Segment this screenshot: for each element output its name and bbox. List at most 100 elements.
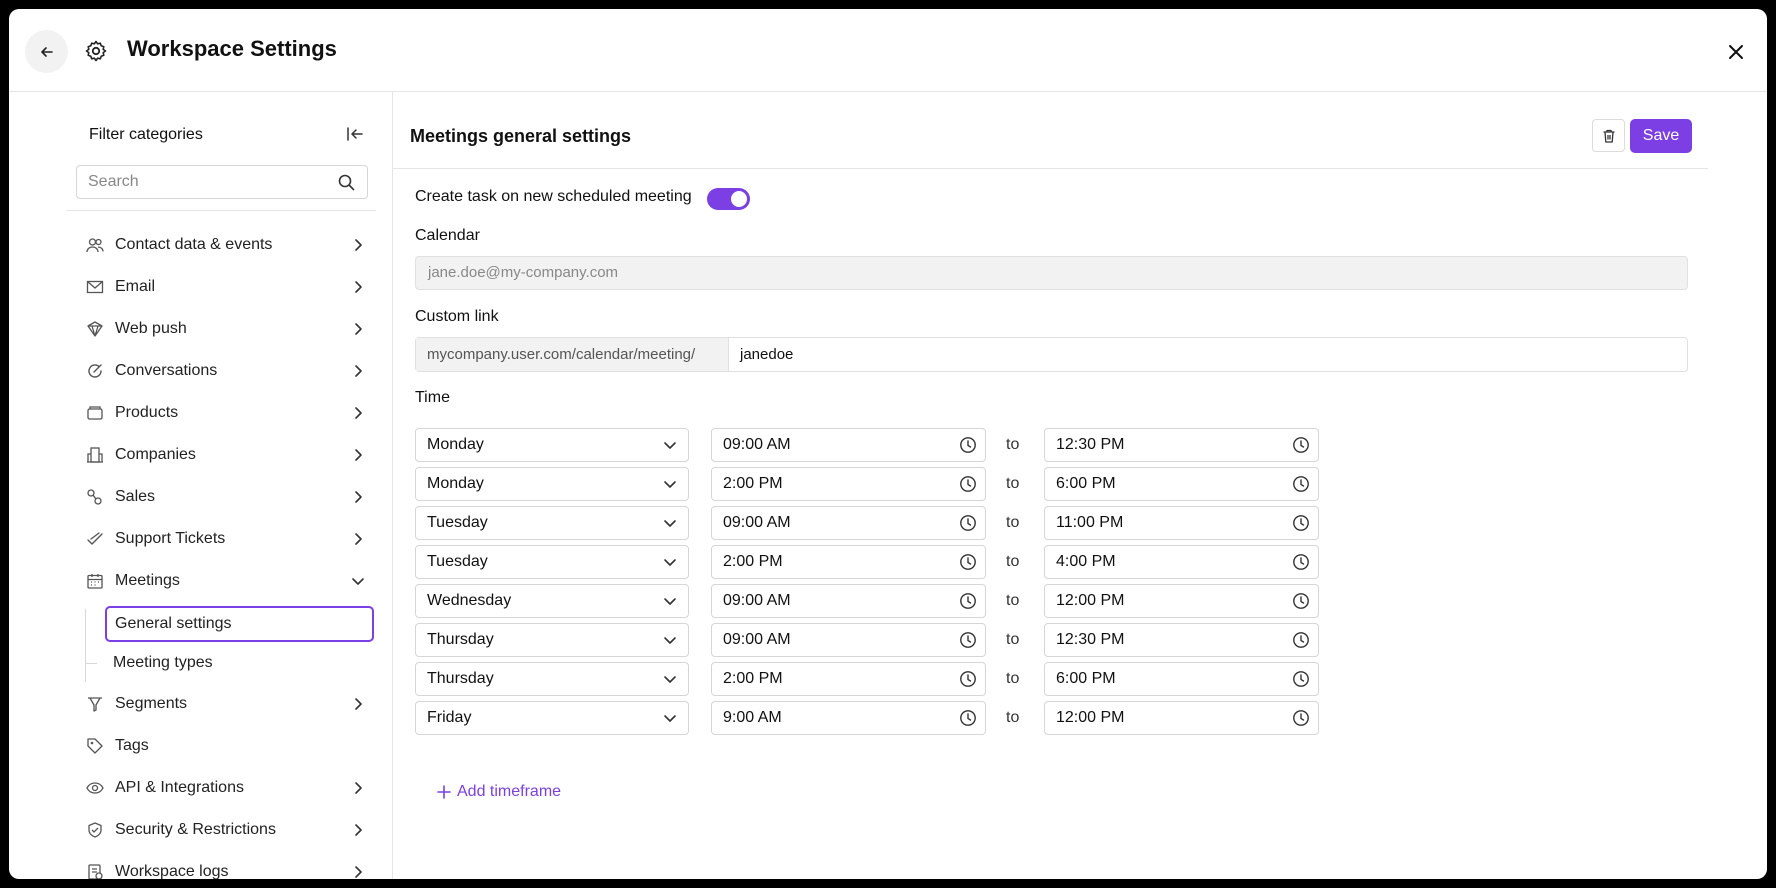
sidebar-item-label: Workspace logs: [115, 863, 229, 879]
day-select[interactable]: Tuesday: [415, 545, 689, 579]
sidebar-item-segments[interactable]: Segments: [76, 689, 376, 719]
sidebar-item-conversations[interactable]: Conversations: [76, 356, 376, 386]
tag-icon: [87, 738, 103, 754]
sidebar-item-label: Security & Restrictions: [115, 821, 276, 838]
clock-icon: [960, 710, 976, 726]
sidebar-item-web-push[interactable]: Web push: [76, 314, 376, 344]
filter-categories-title: Filter categories: [89, 126, 203, 143]
time-to-input[interactable]: 12:30 PM: [1044, 428, 1319, 462]
to-label: to: [1006, 475, 1020, 492]
box-icon: [87, 406, 103, 420]
tree-line: [85, 663, 97, 664]
chevron-down-icon: [664, 559, 676, 566]
day-select[interactable]: Thursday: [415, 662, 689, 696]
chevron-right-icon: [355, 824, 362, 836]
sidebar-item-products[interactable]: Products: [76, 398, 376, 428]
day-select[interactable]: Thursday: [415, 623, 689, 657]
ticket-check-icon: [87, 532, 103, 545]
header: Workspace Settings: [9, 9, 1767, 92]
search-field: [76, 165, 368, 199]
back-button[interactable]: [25, 30, 68, 73]
add-timeframe-button[interactable]: Add timeframe: [437, 783, 561, 801]
time-from-input[interactable]: 9:00 AM: [711, 701, 986, 735]
chevron-right-icon: [355, 866, 362, 878]
day-select[interactable]: Monday: [415, 467, 689, 501]
time-from-input[interactable]: 09:00 AM: [711, 428, 986, 462]
sidebar-item-workspace-logs[interactable]: Workspace logs: [76, 857, 376, 879]
users-icon: [86, 238, 104, 253]
chevron-down-icon: [664, 481, 676, 488]
time-to-input[interactable]: 12:00 PM: [1044, 701, 1319, 735]
shield-icon: [88, 822, 102, 838]
sidebar-item-support-tickets[interactable]: Support Tickets: [76, 524, 376, 554]
time-from-value: 09:00 AM: [723, 436, 791, 453]
day-select[interactable]: Friday: [415, 701, 689, 735]
building-icon: [87, 447, 103, 463]
search-input[interactable]: [77, 166, 317, 198]
day-select[interactable]: Tuesday: [415, 506, 689, 540]
sidebar-item-email[interactable]: Email: [76, 272, 376, 302]
calendar-field: jane.doe@my-company.com: [415, 256, 1688, 290]
time-from-value: 2:00 PM: [723, 670, 783, 687]
sidebar-item-label: Sales: [115, 488, 156, 505]
search-icon[interactable]: [338, 174, 355, 191]
clock-icon: [1293, 476, 1309, 492]
time-to-input[interactable]: 6:00 PM: [1044, 467, 1319, 501]
calendar-icon: [87, 574, 103, 589]
sidebar-item-label: Tags: [115, 737, 149, 754]
day-select[interactable]: Monday: [415, 428, 689, 462]
sidebar-item-companies[interactable]: Companies: [76, 440, 376, 470]
save-button[interactable]: Save: [1630, 119, 1692, 153]
sidebar-item-security[interactable]: Security & Restrictions: [76, 815, 376, 845]
sidebar-item-label: Companies: [115, 446, 196, 463]
sidebar-subitem-meeting-types[interactable]: Meeting types: [105, 645, 374, 681]
time-to-input[interactable]: 12:30 PM: [1044, 623, 1319, 657]
time-from-input[interactable]: 09:00 AM: [711, 506, 986, 540]
time-from-input[interactable]: 2:00 PM: [711, 662, 986, 696]
time-from-value: 09:00 AM: [723, 631, 791, 648]
main-panel: Meetings general settings Save Create ta…: [393, 92, 1767, 879]
day-select[interactable]: Wednesday: [415, 584, 689, 618]
time-to-input[interactable]: 12:00 PM: [1044, 584, 1319, 618]
close-icon[interactable]: [1726, 42, 1746, 62]
timeframe-row: Thursday 09:00 AM to 12:30 PM: [415, 623, 1319, 657]
time-from-input[interactable]: 09:00 AM: [711, 623, 986, 657]
to-label: to: [1006, 436, 1020, 453]
timeframe-row: Monday 09:00 AM to 12:30 PM: [415, 428, 1319, 462]
sidebar-item-sales[interactable]: Sales: [76, 482, 376, 512]
time-to-value: 6:00 PM: [1056, 475, 1116, 492]
sidebar-item-contact-data[interactable]: Contact data & events: [76, 230, 376, 260]
time-from-value: 09:00 AM: [723, 592, 791, 609]
clock-icon: [960, 554, 976, 570]
time-from-input[interactable]: 09:00 AM: [711, 584, 986, 618]
to-label: to: [1006, 670, 1020, 687]
chevron-down-icon: [664, 676, 676, 683]
sidebar-item-label: Conversations: [115, 362, 218, 379]
time-from-input[interactable]: 2:00 PM: [711, 545, 986, 579]
day-select-value: Thursday: [427, 670, 494, 687]
sidebar-item-tags[interactable]: Tags: [76, 731, 376, 761]
create-task-toggle[interactable]: [707, 188, 750, 210]
time-to-input[interactable]: 6:00 PM: [1044, 662, 1319, 696]
time-to-input[interactable]: 11:00 PM: [1044, 506, 1319, 540]
timeframe-row: Friday 9:00 AM to 12:00 PM: [415, 701, 1319, 735]
clock-icon: [960, 632, 976, 648]
log-icon: [88, 864, 103, 879]
sidebar-subitem-general-settings[interactable]: General settings: [105, 606, 374, 642]
chevron-right-icon: [355, 449, 362, 461]
collapse-sidebar-icon[interactable]: [346, 125, 364, 143]
time-from-input[interactable]: 2:00 PM: [711, 467, 986, 501]
clock-icon: [1293, 515, 1309, 531]
sidebar-item-meetings[interactable]: Meetings: [76, 566, 376, 596]
api-icon: [86, 782, 104, 794]
delete-button[interactable]: [1592, 119, 1625, 152]
sidebar-item-api-integrations[interactable]: API & Integrations: [76, 773, 376, 803]
time-to-input[interactable]: 4:00 PM: [1044, 545, 1319, 579]
time-to-value: 11:00 PM: [1056, 514, 1124, 531]
custom-link-input[interactable]: janedoe: [729, 338, 793, 371]
sidebar-item-label: Support Tickets: [115, 530, 226, 547]
day-select-value: Friday: [427, 709, 472, 726]
day-select-value: Monday: [427, 475, 484, 492]
section-title: Meetings general settings: [410, 126, 632, 146]
clock-icon: [960, 593, 976, 609]
